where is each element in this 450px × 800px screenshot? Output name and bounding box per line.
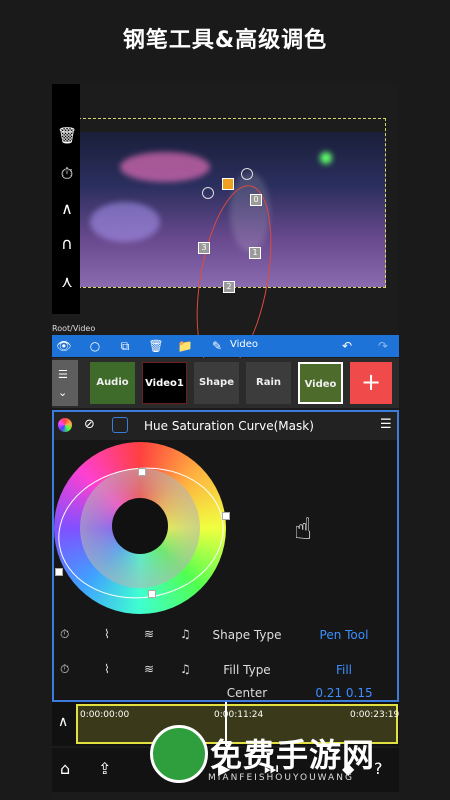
- left-toolbar: 🗑 ⏱ ∧ ∩ ⋏: [52, 84, 80, 314]
- curve-point[interactable]: [222, 512, 230, 520]
- timer-icon[interactable]: ⏱: [60, 627, 69, 642]
- mask-point-2[interactable]: 2: [223, 281, 235, 293]
- property-name: Fill Type: [223, 663, 271, 677]
- wave-icon[interactable]: ≋: [144, 627, 154, 641]
- export-icon[interactable]: ⇪: [98, 759, 111, 778]
- layer-rain[interactable]: Rain: [246, 362, 291, 404]
- hand-pointer-icon: ☝: [294, 512, 313, 547]
- property-value[interactable]: 0.21 0.15: [304, 686, 384, 700]
- chevron-up-icon[interactable]: ∧: [58, 714, 68, 730]
- list-icon: ☰: [58, 368, 68, 381]
- pencil-icon[interactable]: ✎: [209, 338, 225, 354]
- effect-panel: ⊘ Hue Saturation Curve(Mask) ☰ ☝ ⏱ ⌇ ≋ ♫…: [52, 410, 399, 702]
- selected-anchor[interactable]: [222, 178, 234, 190]
- eye-icon[interactable]: 👁: [56, 338, 72, 354]
- curve-point[interactable]: [55, 568, 63, 576]
- property-row-fill-type: ⏱ ⌇ ≋ ♫ Fill Type Fill: [54, 653, 397, 687]
- promo-caption: 钢笔工具&高级调色: [122, 28, 328, 53]
- panel-header: ⊘ Hue Saturation Curve(Mask) ☰: [54, 412, 397, 440]
- color-wheel-icon[interactable]: [58, 418, 72, 432]
- property-value[interactable]: Fill: [304, 663, 384, 677]
- watermark-logo: [150, 725, 208, 783]
- current-layer-label: Video: [230, 339, 259, 350]
- timeline-end: 0:00:23:19: [350, 710, 399, 720]
- trash-icon[interactable]: 🗑: [57, 126, 77, 146]
- property-row-shape-type: ⏱ ⌇ ≋ ♫ Shape Type Pen Tool: [54, 618, 397, 652]
- circle-icon[interactable]: ○: [87, 338, 103, 354]
- property-name: Shape Type: [212, 628, 282, 642]
- layer-strip: ☰ ⌄ Audio Video1 Shape Rain Video +: [52, 358, 399, 408]
- note-icon[interactable]: ♫: [180, 627, 191, 641]
- preview-area: 🗑 ⏱ ∧ ∩ ⋏ 0 1 2 3 Root/Video: [52, 84, 399, 379]
- note-icon[interactable]: ♫: [180, 662, 191, 676]
- arch-icon[interactable]: ∩: [57, 234, 77, 254]
- redo-icon[interactable]: ↷: [375, 338, 391, 354]
- layer-video1[interactable]: Video1: [142, 362, 187, 404]
- arrow-up-icon[interactable]: ∧: [57, 199, 77, 219]
- layer-toolbar: 👁 ○ ⧉ 🗑 📁 ✎ Video ↶ ↷: [52, 335, 399, 357]
- watermark-title: 免费手游网: [210, 736, 376, 774]
- property-value[interactable]: Pen Tool: [304, 628, 384, 642]
- mask-point-0[interactable]: 0: [250, 194, 262, 206]
- folder-icon[interactable]: 📁: [177, 338, 193, 354]
- mask-icon[interactable]: [112, 417, 128, 433]
- home-icon[interactable]: ⌂: [60, 759, 70, 778]
- timer-icon[interactable]: ⏱: [57, 164, 77, 184]
- mask-point-1[interactable]: 1: [249, 247, 261, 259]
- property-row-center: Center 0.21 0.15: [54, 686, 397, 700]
- watermark-subtitle: MIANFEISHOUYOUWANG: [208, 773, 354, 783]
- timer-icon[interactable]: ⏱: [60, 662, 69, 677]
- layer-menu-button[interactable]: ☰ ⌄: [52, 360, 78, 406]
- trash-icon[interactable]: 🗑: [148, 338, 164, 354]
- curve-point[interactable]: [148, 590, 156, 598]
- timeline-start: 0:00:00:00: [80, 710, 130, 720]
- panel-title: Hue Saturation Curve(Mask): [144, 419, 314, 433]
- layer-audio[interactable]: Audio: [90, 362, 135, 404]
- copy-icon[interactable]: ⧉: [117, 338, 133, 354]
- wave-icon[interactable]: ≋: [144, 662, 154, 676]
- eye-off-icon[interactable]: ⊘: [84, 417, 95, 432]
- add-layer-button[interactable]: +: [350, 362, 392, 404]
- menu-icon[interactable]: ☰: [380, 417, 392, 432]
- breadcrumb: Root/Video: [52, 324, 96, 333]
- bezier-handle[interactable]: [241, 168, 253, 180]
- editor-app: 🗑 ⏱ ∧ ∩ ⋏ 0 1 2 3 Root/Video 👁 ○ ⧉ 🗑 📁 ✎…: [52, 84, 399, 800]
- undo-icon[interactable]: ↶: [339, 338, 355, 354]
- layer-shape[interactable]: Shape: [194, 362, 239, 404]
- curve-point[interactable]: [138, 468, 146, 476]
- curve-icon[interactable]: ⌇: [104, 662, 110, 676]
- layer-video[interactable]: Video: [298, 362, 343, 404]
- bezier-handle[interactable]: [202, 187, 214, 199]
- branch-icon[interactable]: ⋏: [57, 272, 77, 292]
- timeline-current: 0:00:11:24: [214, 710, 264, 720]
- help-icon[interactable]: ?: [374, 759, 383, 778]
- curve-icon[interactable]: ⌇: [104, 627, 110, 641]
- chevron-down-icon: ⌄: [58, 386, 68, 399]
- mask-point-3[interactable]: 3: [198, 242, 210, 254]
- property-name: Center: [226, 686, 268, 700]
